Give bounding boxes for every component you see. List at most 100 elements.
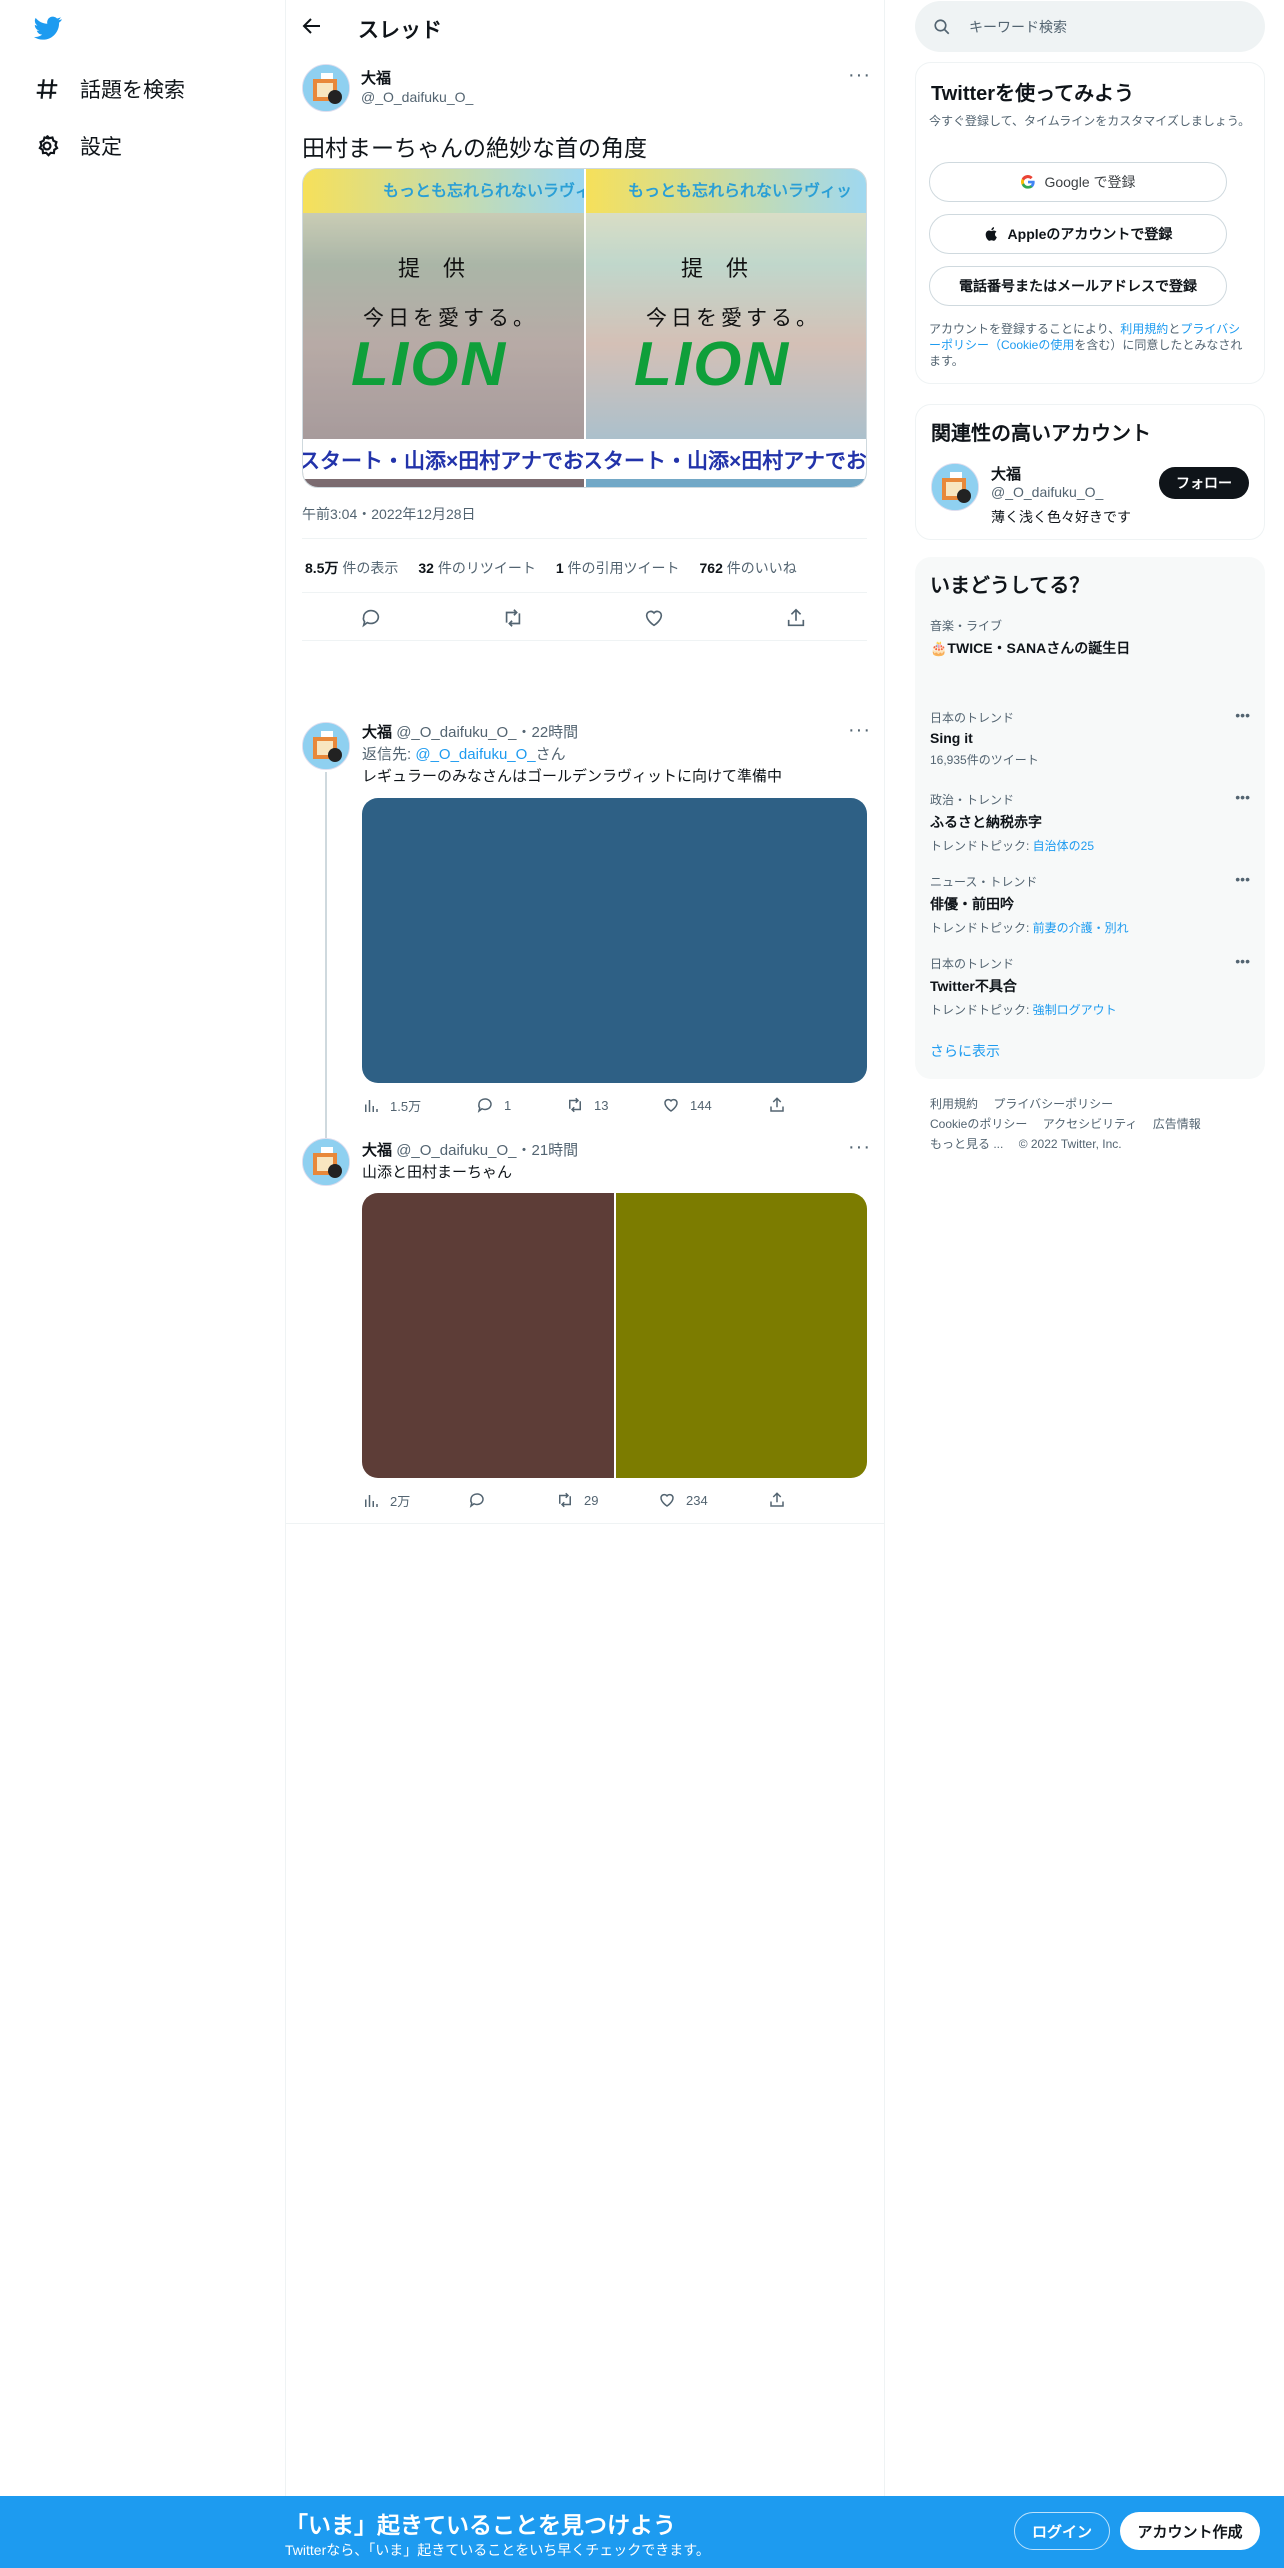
like-button[interactable]: 234 bbox=[658, 1491, 708, 1509]
author-name[interactable]: 大福 bbox=[361, 67, 391, 88]
tweet-media[interactable] bbox=[362, 798, 867, 1083]
views-button[interactable]: 2万 bbox=[362, 1491, 410, 1510]
retweet-button[interactable]: 29 bbox=[556, 1491, 598, 1509]
phone-email-signup-button[interactable]: 電話番号またはメールアドレスで登録 bbox=[929, 266, 1227, 306]
author-name[interactable]: 大福 bbox=[362, 1142, 392, 1159]
google-icon bbox=[1020, 174, 1036, 190]
footer-privacy[interactable]: プライバシーポリシー bbox=[993, 1097, 1113, 1111]
reply-button[interactable]: 1 bbox=[476, 1096, 511, 1114]
reply-header: 大福 @_O_daifuku_O_・21時間 bbox=[362, 1139, 578, 1160]
search-input[interactable]: キーワード検索 bbox=[915, 1, 1265, 52]
thread-line bbox=[325, 772, 327, 1138]
retweets-stat[interactable]: 32 件のリツイート bbox=[418, 558, 535, 578]
share-icon[interactable] bbox=[785, 607, 807, 629]
nav-explore-label: 話題を検索 bbox=[80, 79, 185, 102]
signup-title: Twitterを使ってみよう bbox=[931, 83, 1135, 105]
reply-to: 返信先: @_O_daifuku_O_さん bbox=[362, 746, 566, 763]
avatar[interactable] bbox=[931, 463, 979, 511]
footer-links: 利用規約 プライバシーポリシー Cookieのポリシー アクセシビリティ 広告情… bbox=[930, 1094, 1201, 1154]
media-caption: スタート・山添×田村アナでお bbox=[586, 450, 866, 473]
search-placeholder: キーワード検索 bbox=[969, 18, 1067, 35]
trend-item[interactable]: 政治・トレンド ふるさと納税赤字 トレンドトピック: 自治体の25 ••• bbox=[930, 789, 1250, 854]
reply-button[interactable] bbox=[468, 1491, 496, 1509]
footer-ads[interactable]: 広告情報 bbox=[1153, 1117, 1201, 1131]
search-icon bbox=[933, 18, 951, 36]
author-name[interactable]: 大福 bbox=[362, 724, 392, 741]
more-icon[interactable]: ••• bbox=[1235, 789, 1250, 805]
avatar[interactable] bbox=[302, 1138, 350, 1186]
divider bbox=[302, 592, 867, 593]
share-button[interactable] bbox=[768, 1096, 786, 1114]
views-stat[interactable]: 8.5万 件の表示 bbox=[305, 558, 398, 578]
retweet-icon[interactable] bbox=[502, 607, 524, 629]
trends-panel: いまどうしてる？ 音楽・ライブ 🎂TWICE・SANAさんの誕生日 日本のトレン… bbox=[915, 557, 1265, 1079]
nav-settings[interactable]: 設定 bbox=[34, 131, 122, 161]
heart-icon bbox=[662, 1096, 680, 1114]
apple-signup-button[interactable]: Appleのアカウントで登録 bbox=[929, 214, 1227, 254]
footer-cookie[interactable]: Cookieのポリシー bbox=[930, 1117, 1027, 1131]
heart-icon[interactable] bbox=[643, 607, 665, 629]
bottom-signup-bar: 「いま」起きていることを見つけよう Twitterなら、「いま」起きていることを… bbox=[0, 2496, 1284, 2568]
more-icon[interactable]: ··· bbox=[848, 1136, 871, 1159]
more-icon[interactable]: ••• bbox=[1235, 871, 1250, 887]
lion-logo: LION bbox=[351, 330, 508, 399]
reply-to-handle[interactable]: @_O_daifuku_O_ bbox=[415, 746, 535, 763]
media-image-right[interactable]: もっとも忘れられないラヴィッ 提 供 今日を愛する。 LION スタート・山添×… bbox=[586, 169, 866, 487]
quotes-stat[interactable]: 1 件の引用ツイート bbox=[556, 558, 680, 578]
share-button[interactable] bbox=[768, 1491, 786, 1509]
media-image-left[interactable]: もっとも忘れられないラヴィッ 提 供 今日を愛する。 LION スタート・山添×… bbox=[303, 169, 584, 487]
media-image-left[interactable] bbox=[362, 1193, 614, 1478]
more-icon[interactable]: ••• bbox=[1235, 707, 1250, 723]
column-divider bbox=[884, 0, 885, 2496]
trend-item[interactable]: 音楽・ライブ 🎂TWICE・SANAさんの誕生日 bbox=[930, 617, 1250, 658]
author-handle[interactable]: @_O_daifuku_O_ bbox=[361, 89, 473, 105]
related-handle[interactable]: @_O_daifuku_O_ bbox=[991, 484, 1103, 500]
nav-explore[interactable]: 話題を検索 bbox=[34, 74, 185, 104]
author-meta[interactable]: @_O_daifuku_O_・22時間 bbox=[396, 724, 578, 741]
avatar[interactable] bbox=[302, 64, 350, 112]
views-button[interactable]: 1.5万 bbox=[362, 1096, 421, 1115]
gear-icon bbox=[34, 133, 60, 159]
show-more-link[interactable]: さらに表示 bbox=[930, 1041, 1000, 1061]
tweet-text: 田村まーちゃんの絶妙な首の角度 bbox=[302, 135, 647, 161]
trend-item[interactable]: 日本のトレンド Twitter不具合 トレンドトピック: 強制ログアウト ••• bbox=[930, 953, 1250, 1018]
more-icon[interactable]: ••• bbox=[1235, 953, 1250, 969]
avatar[interactable] bbox=[302, 722, 350, 770]
terms-link[interactable]: 利用規約 bbox=[1120, 322, 1168, 336]
more-icon[interactable]: ··· bbox=[848, 719, 871, 742]
back-arrow-icon[interactable] bbox=[300, 14, 324, 38]
retweet-icon bbox=[556, 1491, 574, 1509]
likes-stat[interactable]: 762 件のいいね bbox=[700, 558, 797, 578]
reply-icon[interactable] bbox=[360, 607, 382, 629]
tweet-timestamp[interactable]: 午前3:04・2022年12月28日 bbox=[302, 504, 476, 524]
footer-accessibility[interactable]: アクセシビリティ bbox=[1043, 1117, 1138, 1131]
tweet-media[interactable]: もっとも忘れられないラヴィッ 提 供 今日を愛する。 LION スタート・山添×… bbox=[302, 168, 867, 488]
google-signup-button[interactable]: Google で登録 bbox=[929, 162, 1227, 202]
share-icon bbox=[768, 1491, 786, 1509]
heart-icon bbox=[658, 1491, 676, 1509]
footer-more[interactable]: もっと見る ... bbox=[930, 1137, 1003, 1151]
create-account-button[interactable]: アカウント作成 bbox=[1120, 2512, 1260, 2550]
signup-panel: Twitterを使ってみよう 今すぐ登録して、タイムラインをカスタマイズしましょ… bbox=[915, 62, 1265, 384]
trend-item[interactable]: ニュース・トレンド 俳優・前田吟 トレンドトピック: 前妻の介護・別れ ••• bbox=[930, 871, 1250, 936]
tweet-media[interactable] bbox=[362, 1193, 867, 1478]
footer-terms[interactable]: 利用規約 bbox=[930, 1097, 978, 1111]
tweet-stats: 8.5万 件の表示 32 件のリツイート 1 件の引用ツイート 762 件のいい… bbox=[305, 558, 797, 578]
like-button[interactable]: 144 bbox=[662, 1096, 712, 1114]
slogan-text: 今日を愛する。 bbox=[646, 306, 821, 330]
sponsor-label: 提 供 bbox=[398, 257, 473, 282]
follow-button[interactable]: フォロー bbox=[1159, 467, 1249, 499]
retweet-button[interactable]: 13 bbox=[566, 1096, 608, 1114]
related-name[interactable]: 大福 bbox=[991, 463, 1021, 484]
twitter-logo-icon[interactable] bbox=[32, 14, 64, 42]
login-button[interactable]: ログイン bbox=[1014, 2512, 1110, 2550]
media-image-right[interactable] bbox=[616, 1193, 867, 1478]
divider bbox=[286, 1523, 884, 1524]
slogan-text: 今日を愛する。 bbox=[363, 306, 538, 330]
author-meta[interactable]: @_O_daifuku_O_・21時間 bbox=[396, 1142, 578, 1159]
sponsor-label: 提 供 bbox=[681, 257, 756, 282]
trend-item[interactable]: 日本のトレンド Sing it 16,935件のツイート ••• bbox=[930, 707, 1250, 768]
terms-text: アカウントを登録することにより、利用規約とプライバシーポリシー（Cookieの使… bbox=[929, 322, 1243, 368]
column-divider bbox=[285, 0, 286, 2496]
more-icon[interactable]: ··· bbox=[848, 64, 871, 87]
